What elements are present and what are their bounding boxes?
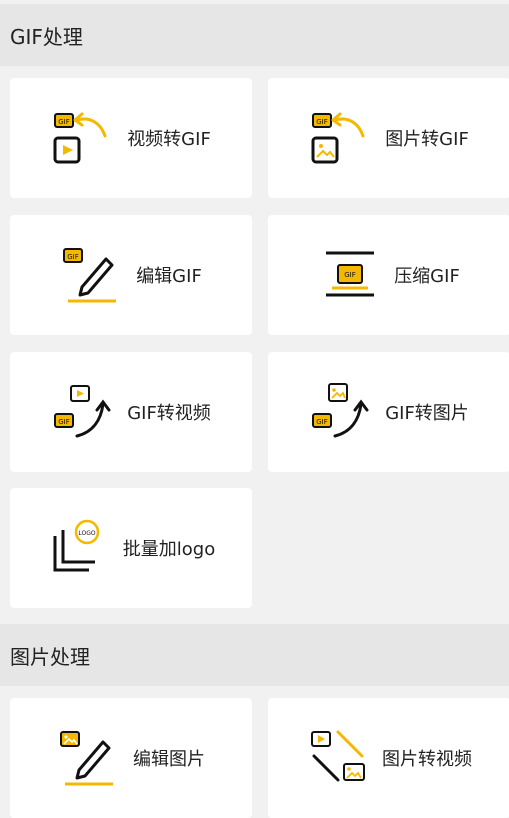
image-to-video-icon — [306, 726, 370, 790]
image-section-header: 图片处理 — [0, 624, 509, 686]
edit-image-card[interactable]: 编辑图片 — [10, 698, 252, 818]
gif-to-image-icon: GIF — [309, 380, 373, 444]
video-to-gif-card[interactable]: GIF 视频转GIF — [10, 78, 252, 198]
gif-icon-text: GIF — [67, 253, 79, 261]
gif-section-title: GIF处理 — [10, 24, 83, 49]
batch-logo-card[interactable]: LOGO 批量加logo — [10, 488, 252, 608]
video-to-gif-label: 视频转GIF — [127, 129, 211, 150]
logo-icon-text: LOGO — [78, 530, 96, 537]
edit-image-icon — [57, 726, 121, 790]
video-to-gif-icon: GIF — [51, 106, 115, 170]
image-to-gif-icon: GIF — [309, 106, 373, 170]
batch-logo-icon: LOGO — [47, 516, 111, 580]
gif-to-video-card[interactable]: GIF GIF转视频 — [10, 352, 252, 472]
image-to-gif-label: 图片转GIF — [385, 129, 469, 150]
gif-to-image-card[interactable]: GIF GIF转图片 — [268, 352, 509, 472]
edit-gif-card[interactable]: GIF 编辑GIF — [10, 215, 252, 335]
gif-to-video-icon: GIF — [51, 380, 115, 444]
compress-gif-label: 压缩GIF — [394, 266, 460, 287]
edit-gif-label: 编辑GIF — [136, 266, 202, 287]
gif-icon-text: GIF — [58, 418, 70, 426]
gif-icon-text: GIF — [58, 118, 70, 126]
compress-gif-icon: GIF — [318, 243, 382, 307]
gif-section-header: GIF处理 — [0, 4, 509, 66]
image-to-gif-card[interactable]: GIF 图片转GIF — [268, 78, 509, 198]
edit-gif-icon: GIF — [60, 243, 124, 307]
image-to-video-card[interactable]: 图片转视频 — [268, 698, 509, 818]
gif-icon-text: GIF — [316, 118, 328, 126]
gif-icon-text: GIF — [316, 418, 328, 426]
gif-icon-text: GIF — [344, 271, 356, 279]
batch-logo-label: 批量加logo — [122, 539, 216, 560]
image-section-title: 图片处理 — [10, 644, 90, 669]
edit-image-label: 编辑图片 — [133, 749, 205, 770]
gif-to-video-label: GIF转视频 — [127, 403, 211, 424]
image-to-video-label: 图片转视频 — [382, 749, 472, 770]
gif-to-image-label: GIF转图片 — [385, 403, 469, 424]
compress-gif-card[interactable]: GIF 压缩GIF — [268, 215, 509, 335]
